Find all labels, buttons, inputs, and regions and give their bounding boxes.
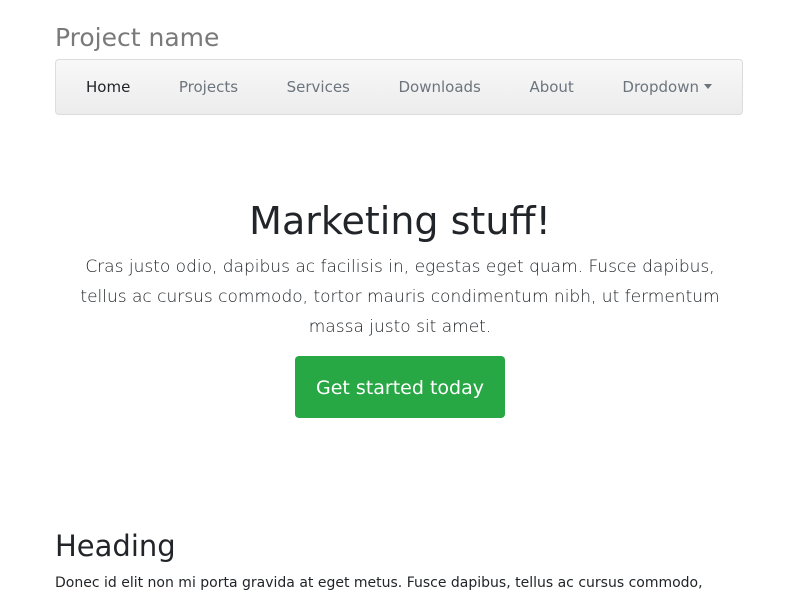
hero-lead-text: Cras justo odio, dapibus ac facilisis in… [80, 257, 720, 337]
section-body-text: Donec id elit non mi porta gravida at eg… [55, 575, 703, 591]
caret-down-icon [703, 83, 712, 89]
nav-item-dropdown[interactable]: Dropdown [610, 70, 724, 104]
nav-dropdown-label: Dropdown [622, 78, 699, 96]
section-heading: Heading [55, 529, 176, 563]
hero-section: Marketing stuff! Cras justo odio, dapibu… [55, 196, 745, 418]
nav-item-downloads[interactable]: Downloads [386, 70, 492, 104]
nav-item-about[interactable]: About [517, 70, 585, 104]
page-container: Project name Home Projects Services Down… [55, 0, 745, 600]
get-started-button[interactable]: Get started today [295, 356, 505, 418]
main-navbar: Home Projects Services Downloads About D… [55, 59, 743, 115]
nav-item-projects[interactable]: Projects [167, 70, 250, 104]
hero-heading: Marketing stuff! [249, 199, 551, 243]
site-title: Project name [55, 23, 220, 52]
nav-item-home[interactable]: Home [74, 70, 142, 104]
nav-item-services[interactable]: Services [275, 70, 362, 104]
